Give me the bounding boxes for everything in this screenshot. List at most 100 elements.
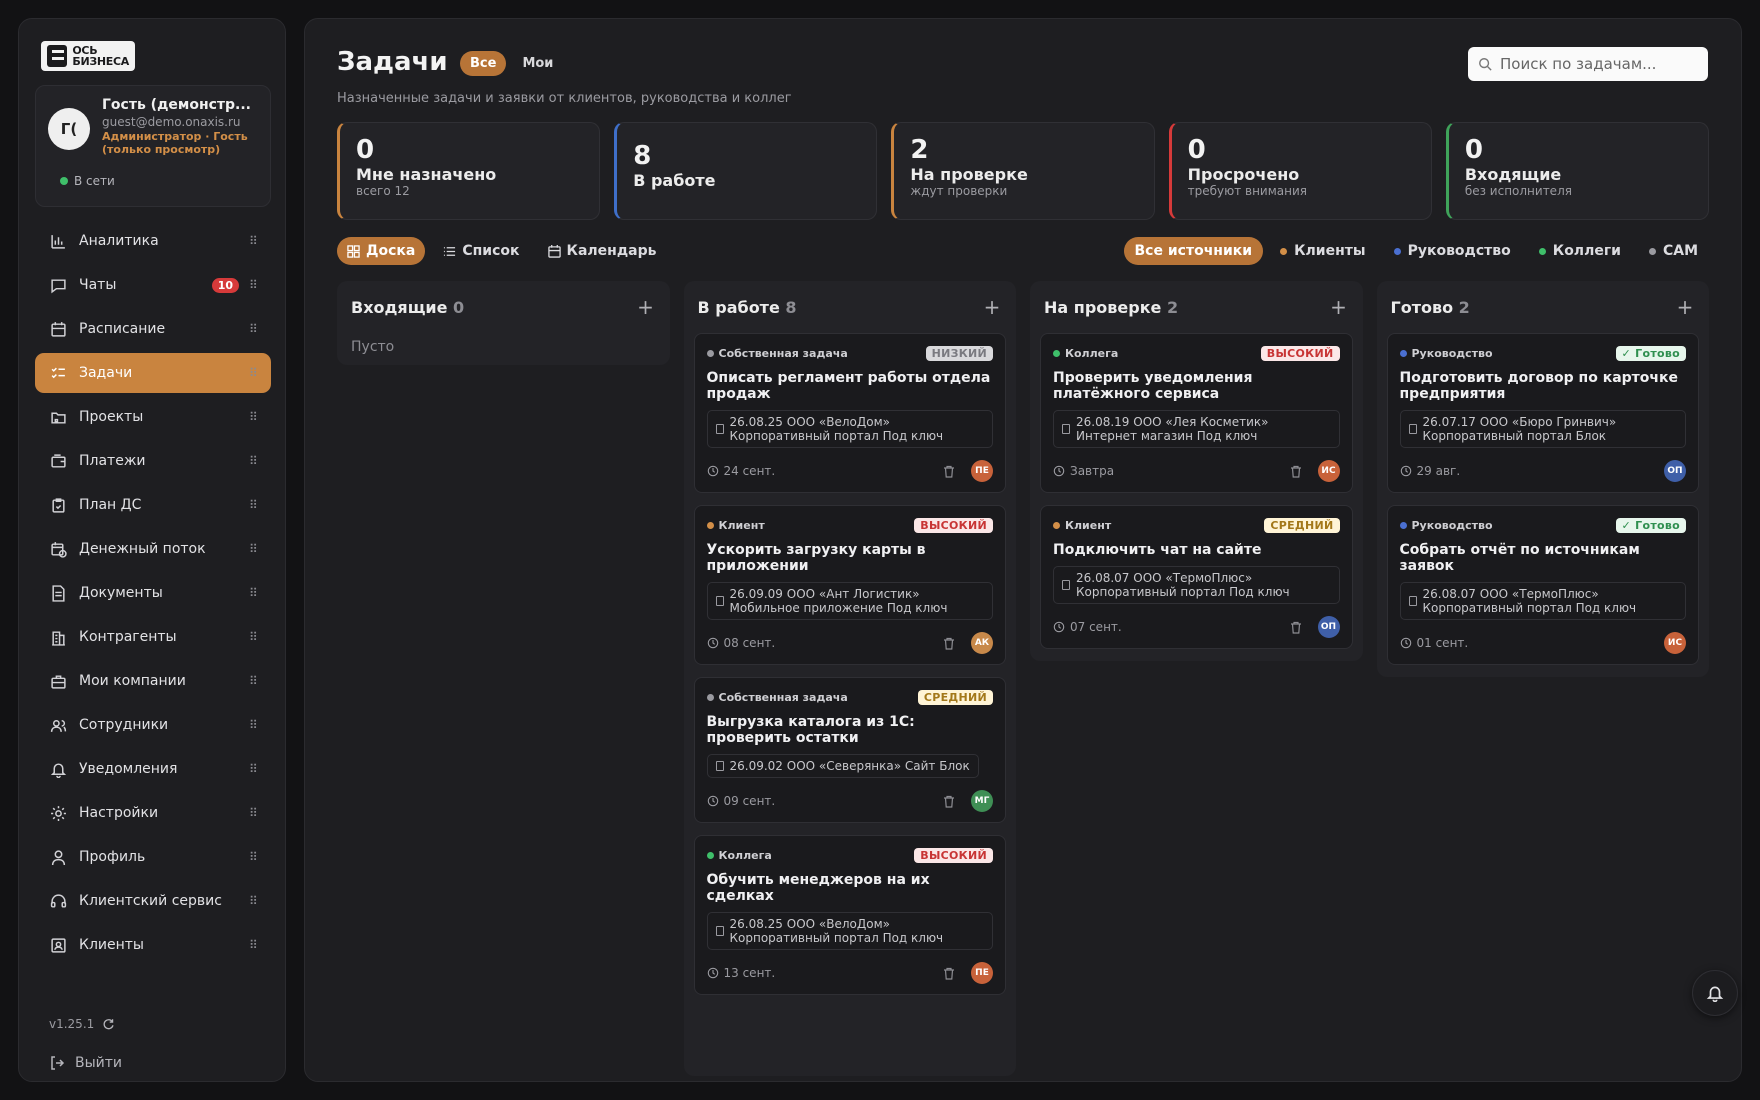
assignee-avatar[interactable]: ПЕ [971, 460, 993, 482]
drag-handle-icon[interactable]: ⠿ [249, 498, 259, 512]
filter-button[interactable]: Все источники [1123, 237, 1264, 265]
sidebar-item-headset[interactable]: Клиентский сервис ⠿ [35, 881, 271, 921]
stat-value: 0 [1464, 135, 1483, 165]
assignee-avatar[interactable]: ОП [1317, 616, 1340, 638]
sidebar-item-calendar[interactable]: Расписание ⠿ [35, 309, 271, 349]
logout-button[interactable]: Выйти [49, 1055, 122, 1071]
sidebar-item-label: Аналитика [79, 233, 159, 249]
trash-icon[interactable] [943, 637, 955, 650]
task-project[interactable]: 26.09.09 ООО «Ант Логистик» Мобильное пр… [706, 582, 993, 620]
assignee-avatar[interactable]: ПЕ [971, 962, 993, 984]
stat-sub: требуют внимания [1187, 184, 1307, 198]
sidebar-item-contact[interactable]: Клиенты ⠿ [35, 925, 271, 965]
sidebar-item-folder[interactable]: Проекты ⠿ [35, 397, 271, 437]
clock-icon [707, 465, 718, 477]
source-dot-icon [706, 693, 714, 701]
task-project[interactable]: 26.08.07 ООО «ТермоПлюс» Корпоративный п… [1399, 582, 1686, 620]
drag-handle-icon[interactable]: ⠿ [249, 894, 259, 908]
sidebar-item-bell[interactable]: Уведомления ⠿ [35, 749, 271, 789]
task-card[interactable]: Собственная задача НИЗКИЙ Описать реглам… [693, 333, 1006, 493]
sidebar-item-wallet[interactable]: Платежи ⠿ [35, 441, 271, 481]
brand-logo[interactable]: ОСЬ БИЗНЕСА [41, 41, 135, 71]
sidebar-item-tasks[interactable]: Задачи ⠿ [35, 353, 271, 393]
task-project[interactable]: 26.07.17 ООО «Бюро Гринвич» Корпоративны… [1399, 410, 1686, 448]
task-project[interactable]: 26.08.19 ООО «Лея Косметик» Интернет маг… [1053, 410, 1340, 448]
drag-handle-icon[interactable]: ⠿ [249, 366, 259, 380]
task-card[interactable]: Руководство ✓ Готово Собрать отчёт по ис… [1386, 505, 1699, 665]
filter-button[interactable]: Руководство [1383, 237, 1522, 265]
column-count: 2 [1458, 297, 1470, 317]
drag-handle-icon[interactable]: ⠿ [249, 234, 259, 248]
file-icon [715, 596, 724, 606]
task-card[interactable]: Собственная задача СРЕДНИЙ Выгрузка ката… [693, 677, 1006, 823]
drag-handle-icon[interactable]: ⠿ [249, 718, 259, 732]
drag-handle-icon[interactable]: ⠿ [249, 762, 259, 776]
drag-handle-icon[interactable]: ⠿ [249, 322, 259, 336]
drag-handle-icon[interactable]: ⠿ [249, 542, 259, 556]
task-project[interactable]: 26.08.25 ООО «ВелоДом» Корпоративный пор… [706, 912, 993, 950]
scope-mine-button[interactable]: Мои [512, 51, 563, 76]
add-task-button[interactable]: + [1675, 295, 1695, 319]
sidebar-item-calendar-flow[interactable]: Денежный поток ⠿ [35, 529, 271, 569]
trash-icon[interactable] [943, 465, 955, 478]
task-project-label: 26.08.19 ООО «Лея Косметик» Интернет маг… [1076, 415, 1269, 443]
sidebar-item-gear[interactable]: Настройки ⠿ [35, 793, 271, 833]
stat-card[interactable]: 8В работе [614, 122, 878, 220]
task-card[interactable]: Коллега ВЫСОКИЙ Проверить уведомления пл… [1040, 333, 1353, 493]
assignee-avatar[interactable]: ИС [1317, 460, 1340, 482]
sidebar-item-clipboard[interactable]: План ДС ⠿ [35, 485, 271, 525]
user-card[interactable]: Г( Гость (демонстр... guest@demo.onaxis.… [35, 85, 271, 207]
filter-button[interactable]: САМ [1638, 237, 1709, 265]
task-card[interactable]: Клиент СРЕДНИЙ Подключить чат на сайте 2… [1040, 505, 1353, 649]
trash-icon[interactable] [1290, 621, 1302, 634]
task-project[interactable]: 26.08.25 ООО «ВелоДом» Корпоративный пор… [706, 410, 993, 448]
task-card[interactable]: Руководство ✓ Готово Подготовить договор… [1386, 333, 1699, 493]
assignee-avatar[interactable]: ИС [1664, 632, 1686, 654]
sidebar-item-users[interactable]: Сотрудники ⠿ [35, 705, 271, 745]
drag-handle-icon[interactable]: ⠿ [249, 586, 259, 600]
search-input[interactable] [1500, 55, 1690, 73]
add-task-button[interactable]: + [1329, 295, 1349, 319]
sidebar-item-chat[interactable]: Чаты 10 ⠿ [35, 265, 271, 305]
stat-card[interactable]: 0 Входящие без исполнителя [1445, 122, 1710, 220]
drag-handle-icon[interactable]: ⠿ [249, 630, 259, 644]
sidebar-item-briefcase[interactable]: Мои компании ⠿ [35, 661, 271, 701]
sidebar-item-chart[interactable]: Аналитика ⠿ [35, 221, 271, 261]
view-calendar-button[interactable]: Календарь [538, 237, 667, 265]
trash-icon[interactable] [943, 967, 955, 980]
assignee-avatar[interactable]: АК [971, 632, 993, 654]
drag-handle-icon[interactable]: ⠿ [249, 454, 259, 468]
add-task-button[interactable]: + [636, 295, 656, 319]
task-project[interactable]: 26.09.02 ООО «Северянка» Сайт Блок [706, 754, 979, 778]
assignee-avatar[interactable]: МГ [971, 790, 993, 812]
notifications-button[interactable] [1692, 970, 1738, 1016]
drag-handle-icon[interactable]: ⠿ [249, 410, 259, 424]
drag-handle-icon[interactable]: ⠿ [249, 938, 259, 952]
view-board-button[interactable]: Доска [337, 237, 426, 265]
calendar-icon [49, 320, 67, 338]
drag-handle-icon[interactable]: ⠿ [249, 674, 259, 688]
assignee-avatar[interactable]: ОП [1664, 460, 1686, 482]
drag-handle-icon[interactable]: ⠿ [249, 806, 259, 820]
task-card[interactable]: Коллега ВЫСОКИЙ Обучить менеджеров на их… [693, 835, 1006, 995]
stat-card[interactable]: 0 Просрочено требуют внимания [1168, 122, 1432, 220]
sidebar-item-document[interactable]: Документы ⠿ [35, 573, 271, 613]
trash-icon[interactable] [1290, 465, 1302, 478]
task-title: Ускорить загрузку карты в приложении [706, 542, 926, 574]
sidebar-item-user[interactable]: Профиль ⠿ [35, 837, 271, 877]
drag-handle-icon[interactable]: ⠿ [249, 850, 259, 864]
filter-button[interactable]: Клиенты [1269, 237, 1376, 265]
view-list-button[interactable]: Список [433, 237, 529, 265]
drag-handle-icon[interactable]: ⠿ [249, 278, 259, 292]
scope-all-button[interactable]: Все [460, 51, 507, 76]
task-project[interactable]: 26.08.07 ООО «ТермоПлюс» Корпоративный п… [1053, 566, 1340, 604]
sidebar-item-building[interactable]: Контрагенты ⠿ [35, 617, 271, 657]
stat-card[interactable]: 2 На проверке ждут проверки [891, 122, 1155, 220]
stat-label: Входящие [1464, 165, 1562, 184]
task-card[interactable]: Клиент ВЫСОКИЙ Ускорить загрузку карты в… [693, 505, 1006, 665]
refresh-icon[interactable] [102, 1018, 115, 1031]
filter-button[interactable]: Коллеги [1528, 237, 1632, 265]
stat-card[interactable]: 0 Мне назначено всего 12 [337, 122, 601, 220]
trash-icon[interactable] [943, 795, 955, 808]
add-task-button[interactable]: + [982, 295, 1002, 319]
